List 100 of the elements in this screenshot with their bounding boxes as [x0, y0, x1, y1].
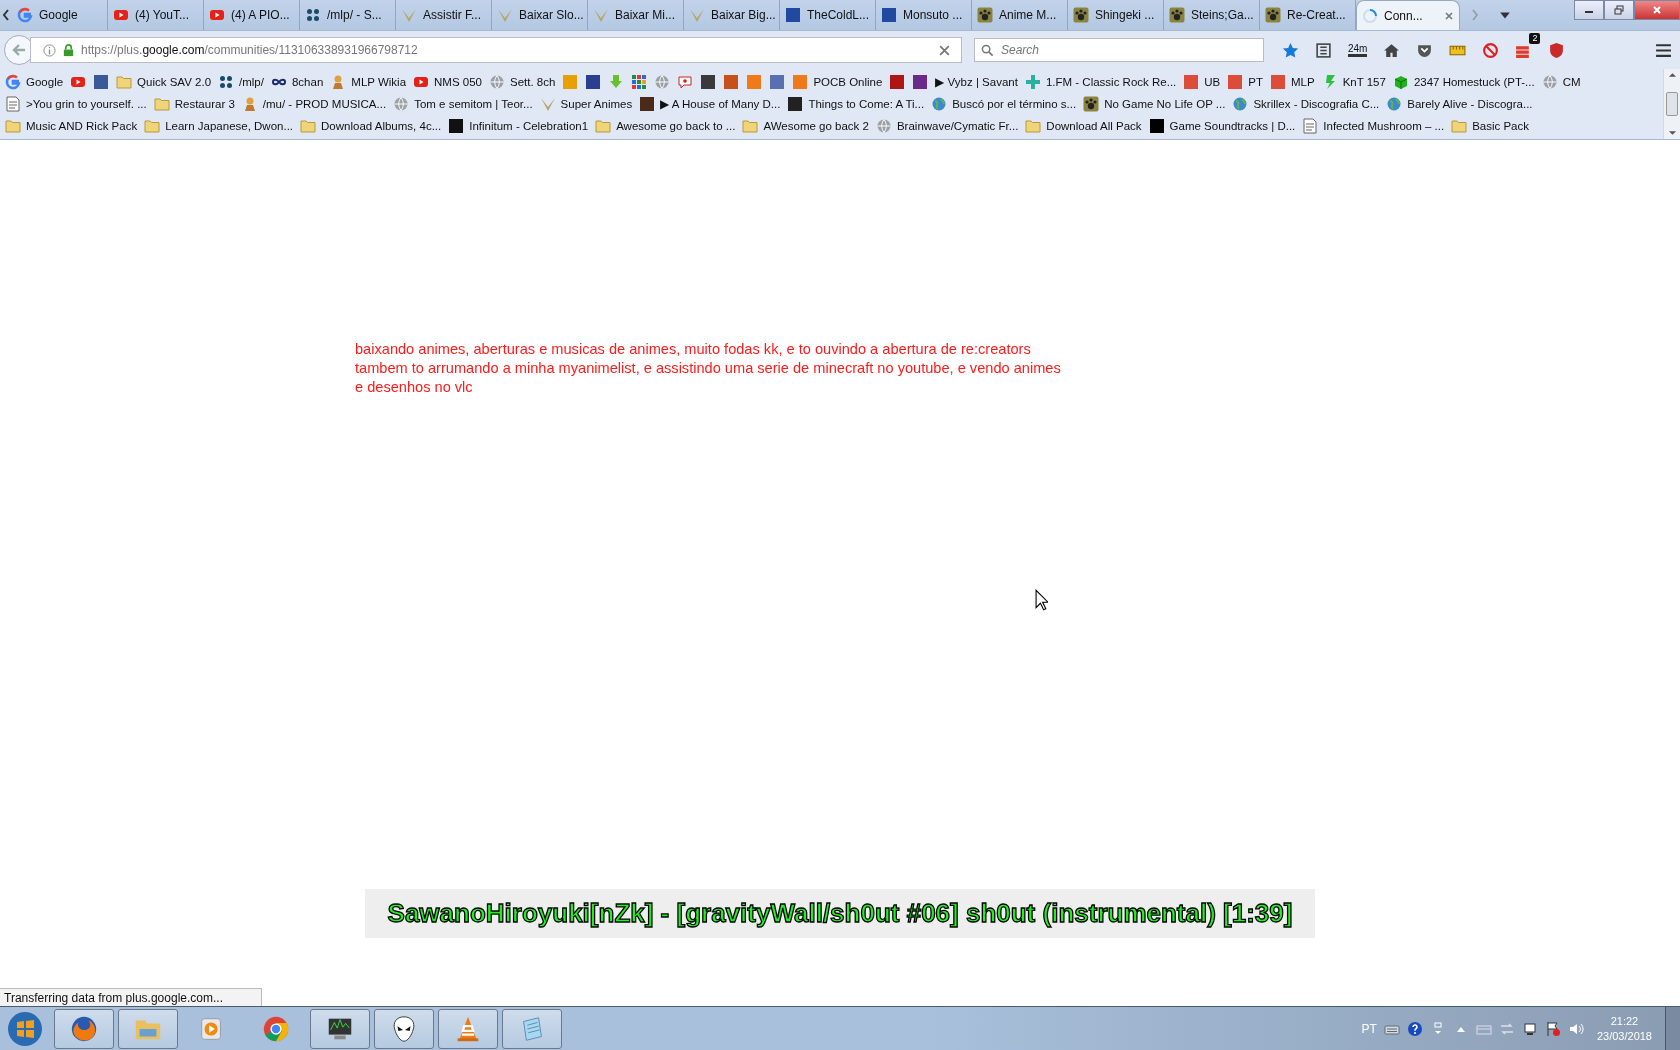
square-icon[interactable] [769, 74, 786, 90]
info-icon[interactable] [43, 43, 56, 57]
cursor-icon [1035, 589, 1048, 611]
folder-icon [116, 74, 133, 90]
notification-badge: 2 [1529, 32, 1541, 44]
square-icon[interactable] [700, 74, 717, 90]
folder-icon [153, 96, 170, 112]
minimize-button[interactable] [1574, 0, 1604, 20]
computer-icon[interactable] [1521, 1020, 1538, 1037]
folder-icon [595, 118, 612, 134]
bookmark[interactable]: Music AND Rick Pack [5, 118, 138, 134]
shield-icon[interactable] [1548, 41, 1566, 59]
document-icon [1302, 118, 1319, 134]
play-icon [209, 7, 225, 23]
speech-bubble-icon[interactable] [677, 74, 694, 90]
close-button[interactable] [1634, 0, 1680, 20]
globe-icon[interactable] [654, 74, 671, 90]
bookmark[interactable]: ▶ A House of Many D... [639, 96, 781, 112]
block-icon[interactable] [1482, 41, 1500, 59]
search-field[interactable]: Search [974, 38, 1264, 62]
help-icon[interactable] [1406, 1020, 1423, 1037]
bookmark[interactable]: Skrillex - Discografia C... [1232, 96, 1380, 112]
bookmark[interactable]: NMS 050 [413, 74, 482, 90]
close-icon [1652, 5, 1662, 15]
document-icon [5, 96, 21, 112]
bookmark[interactable]: UB [1183, 74, 1221, 90]
folder-icon [1451, 118, 1468, 134]
bookmark[interactable]: Google [5, 74, 64, 90]
scroll-up-icon[interactable] [1667, 72, 1677, 78]
taskbar-button[interactable] [310, 1008, 370, 1049]
show-desktop-button[interactable] [1665, 1007, 1680, 1050]
paw-icon [1083, 96, 1100, 112]
address-bar[interactable]: https://plus.google.com/communities/113106338931966798712 [30, 37, 962, 63]
bookmark[interactable]: Brainwave/Cymatic Fr... [875, 118, 1019, 134]
bookmark[interactable]: ▶ Vybz | Savant [935, 75, 1018, 89]
arrow-left-icon [11, 42, 27, 58]
flag-icon[interactable] [1544, 1020, 1561, 1037]
bookmark[interactable]: >You grin to yourself. ... [5, 96, 147, 112]
bookmark[interactable]: MLP Wikia [330, 74, 407, 90]
bookmark[interactable]: PT [1227, 74, 1263, 90]
bookmark[interactable]: Basic Pack [1451, 118, 1529, 134]
bookmark[interactable]: Game Soundtracks | D... [1148, 118, 1296, 134]
bookmark[interactable]: Tom e semitom | Teor... [393, 96, 533, 112]
bookmark[interactable]: Things to Come: A Ti... [787, 96, 925, 112]
clear-icon[interactable] [938, 43, 951, 57]
folder-icon [1025, 118, 1042, 134]
star-icon[interactable] [1282, 41, 1299, 59]
bookmark[interactable]: Super Animes [539, 96, 633, 112]
bookmark[interactable]: KnT 157 [1321, 74, 1386, 90]
bookmark[interactable]: /mu/ - PROD MUSICA... [241, 96, 387, 112]
globe-icon [489, 74, 505, 90]
folder-icon [5, 118, 21, 134]
bookmark[interactable]: Quick SAV 2.0 [116, 74, 212, 90]
bookmark[interactable]: 8chan [270, 74, 324, 90]
bookmark[interactable]: 2347 Homestuck (PT-... [1392, 74, 1535, 90]
song-title: SawanoHiroyuki[nZk] - [gravityWall/sh0ut #06] sh0ut (instrumental) [1:39] [387, 898, 1293, 929]
play-icon [113, 7, 129, 23]
bookmark[interactable]: AWesome go back 2 [742, 118, 869, 134]
bookmark[interactable]: Infected Mushroom – ... [1302, 118, 1445, 134]
square-icon[interactable] [889, 74, 906, 90]
taskbar-button[interactable] [54, 1008, 114, 1049]
close-icon[interactable] [1444, 10, 1454, 21]
square-icon[interactable] [585, 74, 602, 90]
bookmark[interactable]: Awesome go back to ... [595, 118, 736, 134]
bookmark[interactable]: Download All Pack [1025, 118, 1142, 134]
browser-tab[interactable]: Conn... [1356, 0, 1460, 30]
grid-icon[interactable] [631, 74, 648, 90]
globe-icon [393, 96, 410, 112]
globe-icon [1386, 96, 1403, 112]
message-text: baixando animes, aberturas e musicas de animes, muito fodas kk, e to ouvindo a abertura de re:creators tambem to arrumando a minha myanimelist, e assistindo uma serie de minecraft no youtube, e vendo animes e desenhos no vlc [355, 340, 1062, 397]
bookmark[interactable]: CM [1541, 74, 1581, 90]
loading-icon [1362, 7, 1378, 24]
paw-icon [1265, 7, 1281, 23]
bookmark[interactable]: Sett. 8ch [489, 74, 556, 90]
home-icon[interactable] [1383, 41, 1401, 59]
menu-icon[interactable] [1655, 41, 1672, 59]
taskbar-button[interactable] [374, 1008, 434, 1049]
play-icon[interactable] [70, 74, 87, 90]
bookmark[interactable]: MLP [1269, 74, 1315, 90]
square-icon[interactable] [912, 74, 929, 90]
bookmark[interactable]: POCB Online [792, 74, 883, 90]
bookmark[interactable]: No Game No Life OP ... [1083, 96, 1226, 112]
scrollbar[interactable] [1663, 69, 1680, 139]
bookmark[interactable]: Infinitum - Celebration1 [448, 118, 589, 134]
bookmark[interactable]: Download Albums, 4c... [300, 118, 442, 134]
list-icon[interactable] [1315, 41, 1332, 59]
bookmark[interactable]: Learn Japanese, Dwon... [144, 118, 294, 134]
globe-icon [1541, 74, 1558, 90]
url-text: https://plus.google.com/communities/113106338931966798712 [81, 43, 419, 57]
bookmark[interactable]: /mlp/ [218, 74, 264, 90]
timer-button[interactable]: 24m [1348, 43, 1368, 57]
square-icon[interactable] [93, 74, 110, 90]
bookmark[interactable]: Restaurar 3 [153, 96, 235, 112]
globe-icon [875, 118, 892, 134]
bookmark[interactable]: Barely Alive - Discogra... [1386, 96, 1533, 112]
search-icon [981, 44, 994, 57]
scroll-down-icon[interactable] [1667, 130, 1677, 136]
bookmark[interactable]: 1.FM - Classic Rock Re... [1024, 74, 1177, 90]
taskbar-button[interactable] [438, 1008, 498, 1049]
bookmark[interactable]: Buscó por el término s... [931, 96, 1077, 112]
